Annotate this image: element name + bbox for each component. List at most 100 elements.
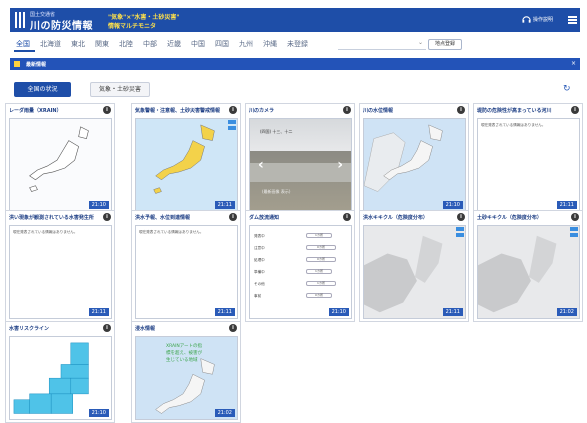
legend-tag (228, 120, 236, 124)
notice-bar[interactable]: 最新情報 × (10, 58, 580, 70)
chevron-left-icon[interactable]: ‹ (258, 157, 264, 173)
card-title: 土砂キキクル（危険度分布） (477, 215, 542, 221)
region-tab-okinawa[interactable]: 沖縄 (258, 38, 282, 52)
refresh-icon[interactable]: ↻ (563, 84, 571, 94)
camera-caption: (最新画像 表示) (262, 189, 291, 194)
legend-tag (570, 233, 578, 237)
risk-line-map[interactable]: 21:10 (9, 336, 112, 420)
tab-weather-sediment[interactable]: 気象・土砂災害 (90, 82, 150, 97)
dam-row-value: 1カ所 (306, 269, 332, 274)
info-icon[interactable]: i (457, 106, 465, 114)
timestamp-badge: 21:10 (328, 308, 349, 316)
info-icon[interactable]: i (229, 106, 237, 114)
region-tab-chubu[interactable]: 中部 (138, 38, 162, 52)
timestamp-badge: 21:11 (88, 308, 109, 316)
japan-map-outline (29, 126, 89, 192)
region-tab-hokkaido[interactable]: 北海道 (35, 38, 66, 52)
legend-tag (228, 126, 236, 130)
legend-tag (570, 227, 578, 231)
card-title: 洪い現象が観測されている水害発生所 (9, 215, 94, 221)
card-river-camera[interactable]: 川のカメラ i (四国) 十三、十二 ‹ › (最新画像 表示) (245, 103, 355, 215)
chevron-down-icon: ⌄ (417, 39, 423, 46)
info-icon[interactable]: i (343, 106, 351, 114)
card-title: 水害リスクライン (9, 326, 50, 332)
dam-row-value: 1カ所 (306, 281, 336, 286)
info-icon[interactable]: i (229, 324, 237, 332)
info-icon[interactable]: i (571, 213, 579, 221)
region-tab-kanto[interactable]: 関東 (90, 38, 114, 52)
region-tab-all[interactable]: 全国 (14, 38, 35, 52)
card-sediment-kikikuru[interactable]: 土砂キキクル（危険度分布） i 21:02 (473, 210, 583, 322)
no-info-text: 現在発表されている情報はありません。 (481, 123, 546, 127)
dam-row-value: 1カ所 (306, 233, 332, 238)
region-tab-hokuriku[interactable]: 北陸 (114, 38, 138, 52)
legend-tag (456, 233, 464, 237)
card-title: レーダ雨量（XRAIN） (9, 108, 62, 114)
timestamp-badge: 21:11 (214, 201, 235, 209)
hamburger-menu-icon[interactable] (568, 16, 577, 24)
card-observed-phenomena[interactable]: 洪い現象が観測されている水害発生所 i 現在発表されている情報はありません。 2… (5, 210, 115, 322)
region-tab-chugoku[interactable]: 中国 (186, 38, 210, 52)
info-icon[interactable]: i (343, 213, 351, 221)
register-location-button[interactable]: 地点登録 (428, 39, 462, 50)
card-flood-kikikuru[interactable]: 洪水キキクル（危険度分布） i 21:11 (359, 210, 469, 322)
card-water-level[interactable]: 川の水位情報 i 21:10 (359, 103, 469, 215)
region-tab-kyushu[interactable]: 九州 (234, 38, 258, 52)
region-tab-kinki[interactable]: 近畿 (162, 38, 186, 52)
close-icon[interactable]: × (571, 60, 576, 67)
dam-row-label: その他 (254, 282, 265, 286)
info-icon[interactable]: i (571, 106, 579, 114)
camera-image[interactable]: (四国) 十三、十二 ‹ › (最新画像 表示) (249, 118, 352, 212)
risk-line-grid (13, 342, 89, 414)
info-icon[interactable]: i (103, 213, 111, 221)
region-tab-unregistered[interactable]: 未登録 (282, 38, 313, 52)
region-tab-tohoku[interactable]: 東北 (66, 38, 90, 52)
card-flood-forecast[interactable]: 洪水予報、水位到達情報 i 現在発表されている情報はありません。 21:11 (131, 210, 241, 322)
chevron-right-icon[interactable]: › (337, 157, 343, 173)
dam-row-label: 注意中 (254, 246, 265, 250)
region-tabs: 全国 北海道 東北 関東 北陸 中部 近畿 中国 四国 九州 沖縄 未登録 (14, 38, 313, 52)
tab-nationwide[interactable]: 全国の状況 (14, 82, 71, 97)
help-label: 操作説明 (533, 17, 554, 23)
app-header: 国土交通省 川の防災情報 "気象"×"水害・土砂災害" 情報マルチモニタ 操作説… (10, 8, 580, 32)
water-level-map[interactable]: 21:10 (363, 118, 466, 212)
card-warnings[interactable]: 気象警報・注意報、土砂災害警戒情報 i 21:11 (131, 103, 241, 215)
notice-label: 最新情報 (26, 62, 47, 68)
info-icon[interactable]: i (457, 213, 465, 221)
card-title: ダム放流通知 (249, 215, 280, 221)
card-radar[interactable]: レーダ雨量（XRAIN） i 21:10 (5, 103, 115, 215)
japan-map-water (364, 124, 443, 192)
flood-risk-map[interactable]: 21:11 (363, 225, 466, 319)
info-icon[interactable]: i (103, 106, 111, 114)
headset-icon (522, 16, 531, 23)
card-title: 川の水位情報 (363, 108, 394, 114)
radar-map[interactable]: 21:10 (9, 118, 112, 212)
card-title: 洪水キキクル（危険度分布） (363, 215, 428, 221)
dam-release-table: 発表中 1カ所 注意中 0カ所 処理中 0カ所 準備中 1カ所 その他 1カ所 … (249, 225, 352, 319)
camera-river (250, 163, 351, 182)
info-icon[interactable]: i (229, 213, 237, 221)
observed-list: 現在発表されている情報はありません。 21:11 (9, 225, 112, 319)
dam-row-label: 処理中 (254, 258, 265, 262)
legend-tag (456, 227, 464, 231)
info-icon[interactable]: i (103, 324, 111, 332)
warnings-map[interactable]: 21:11 (135, 118, 238, 212)
japan-map-gray (364, 235, 443, 313)
app-title[interactable]: 川の防災情報 (30, 17, 93, 32)
flag-icon (14, 61, 20, 67)
location-select[interactable]: ⌄ (338, 39, 426, 50)
region-tab-shikoku[interactable]: 四国 (210, 38, 234, 52)
card-risk-line[interactable]: 水害リスクライン i 21:10 (5, 321, 115, 423)
no-info-text: 現在発表されている情報はありません。 (13, 230, 78, 234)
camera-sky (250, 119, 351, 152)
card-dam-release[interactable]: ダム放流通知 i 発表中 1カ所 注意中 0カ所 処理中 0カ所 準備中 1カ所… (245, 210, 355, 322)
sediment-risk-map[interactable]: 21:02 (477, 225, 580, 319)
timestamp-badge: 21:11 (214, 308, 235, 316)
japan-map-gray (478, 235, 557, 313)
inundation-map[interactable]: XRAINアートの指標を超え、被害が生じている地域 21:02 (135, 336, 238, 420)
help-button[interactable]: 操作説明 (522, 15, 553, 24)
card-levee-risk[interactable]: 堤防の危険性が高まっている河川 i 現在発表されている情報はありません。 21:… (473, 103, 583, 215)
timestamp-badge: 21:11 (442, 308, 463, 316)
dam-row-value: 0カ所 (306, 257, 336, 262)
card-inundation[interactable]: 浸水情報 i XRAINアートの指標を超え、被害が生じている地域 21:02 (131, 321, 241, 423)
